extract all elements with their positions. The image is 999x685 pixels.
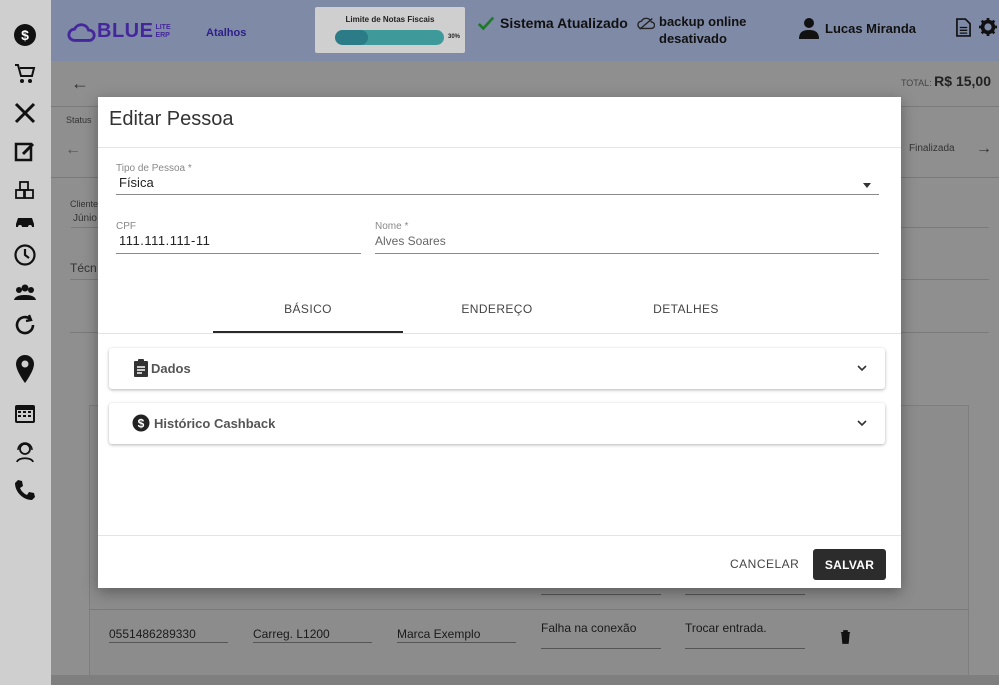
- cell-solution[interactable]: Trocar entrada.: [685, 621, 805, 649]
- tools-icon[interactable]: [12, 100, 38, 126]
- calendar-icon[interactable]: [12, 400, 38, 426]
- status-label: Status: [66, 115, 92, 125]
- car-icon[interactable]: [12, 208, 38, 234]
- dollar-circle-icon: $: [132, 414, 150, 432]
- sync-icon[interactable]: [12, 312, 38, 338]
- users-icon[interactable]: [12, 279, 38, 305]
- system-status: Sistema Atualizado: [477, 14, 628, 32]
- chevron-down-icon[interactable]: [863, 183, 871, 188]
- support-agent-icon[interactable]: [12, 439, 38, 465]
- cell-problem[interactable]: Falha na conexão: [541, 621, 661, 649]
- logo-sub-bottom: ERP: [155, 31, 170, 39]
- system-status-text: Sistema Atualizado: [500, 15, 628, 31]
- trash-icon[interactable]: [840, 630, 851, 644]
- dialog-title: Editar Pessoa: [109, 108, 234, 130]
- status-next-icon[interactable]: →: [976, 140, 992, 158]
- backup-status-text: backup online desativado: [659, 14, 747, 46]
- check-icon: [477, 16, 495, 31]
- top-bar: BLUE LITE ERP Atalhos Limite de Notas Fi…: [51, 0, 999, 61]
- status-prev-icon[interactable]: ←: [65, 141, 81, 159]
- tab-basico[interactable]: BÁSICO: [213, 302, 403, 316]
- logo[interactable]: BLUE LITE ERP: [67, 20, 171, 43]
- clock-icon[interactable]: [12, 242, 38, 268]
- cloud-off-icon: [637, 17, 655, 30]
- svg-text:$: $: [21, 27, 29, 43]
- backup-status[interactable]: backup online desativado: [637, 13, 769, 47]
- user-name: Lucas Miranda: [825, 20, 917, 36]
- tab-bar: BÁSICO ENDEREÇO DETALHES: [98, 295, 901, 333]
- svg-text:$: $: [138, 417, 145, 431]
- name-value: Alves Soares: [375, 234, 446, 248]
- cell-brand[interactable]: Marca Exemplo: [397, 627, 516, 643]
- dollar-icon[interactable]: $: [12, 22, 38, 48]
- clipboard-icon: [134, 359, 148, 377]
- status-finalized[interactable]: Finalizada: [909, 143, 955, 154]
- user-icon: [799, 18, 819, 39]
- logo-text: BLUE: [97, 20, 154, 42]
- panel-cashback-label: Histórico Cashback: [154, 416, 276, 431]
- name-field[interactable]: Nome * Alves Soares: [375, 221, 879, 248]
- save-button[interactable]: SALVAR: [813, 549, 886, 580]
- cancel-button[interactable]: CANCELAR: [730, 557, 799, 571]
- shortcuts-link[interactable]: Atalhos: [206, 27, 246, 39]
- name-label: Nome *: [375, 221, 409, 232]
- person-type-select[interactable]: Tipo de Pessoa * Física: [116, 163, 879, 190]
- document-icon[interactable]: [956, 18, 971, 37]
- client-label: Cliente: [70, 199, 99, 209]
- cpf-label: CPF: [116, 221, 136, 232]
- sidebar: $: [0, 0, 51, 685]
- tab-endereco[interactable]: ENDEREÇO: [402, 302, 592, 316]
- logo-sub-top: LITE: [155, 23, 171, 31]
- chevron-down-icon[interactable]: [857, 363, 867, 373]
- map-pin-icon[interactable]: [12, 353, 38, 385]
- cart-icon[interactable]: [12, 61, 38, 87]
- total-label: TOTAL:: [900, 78, 932, 88]
- invoice-limit-title: Limite de Notas Fiscais: [345, 15, 435, 24]
- cell-model[interactable]: Carreg. L1200: [253, 627, 372, 643]
- edit-person-dialog: Editar Pessoa Tipo de Pessoa * Física CP…: [98, 97, 901, 588]
- cloud-logo-icon: [67, 22, 96, 42]
- cell-serial[interactable]: 0551486289330: [109, 627, 228, 643]
- invoice-limit-progress: [335, 30, 444, 45]
- chevron-down-icon[interactable]: [857, 418, 867, 428]
- phone-icon[interactable]: [12, 477, 38, 503]
- back-arrow-icon[interactable]: ←: [71, 73, 89, 94]
- tab-detalhes[interactable]: DETALHES: [591, 302, 781, 316]
- edit-icon[interactable]: [12, 139, 38, 165]
- invoice-limit-widget: Limite de Notas Fiscais 30%: [315, 7, 465, 53]
- panel-dados[interactable]: Dados: [109, 348, 885, 389]
- total-value: R$ 15,00: [934, 73, 991, 89]
- gear-icon[interactable]: [979, 18, 997, 36]
- cpf-field[interactable]: CPF 111.111.111-11: [116, 221, 361, 248]
- invoice-limit-percent: 30%: [448, 34, 461, 40]
- order-total: TOTAL: R$ 15,00: [901, 73, 991, 89]
- invoice-limit-progress-fill: [335, 30, 368, 45]
- client-value[interactable]: Júnio: [73, 213, 97, 224]
- person-type-value: Física: [119, 175, 154, 190]
- cpf-value: 111.111.111-11: [119, 233, 211, 248]
- panel-dados-label: Dados: [151, 361, 191, 376]
- boxes-icon[interactable]: [12, 177, 38, 203]
- person-type-label: Tipo de Pessoa *: [116, 163, 192, 174]
- panel-cashback-history[interactable]: $ Histórico Cashback: [109, 403, 885, 444]
- user-menu[interactable]: Lucas Miranda: [799, 17, 916, 39]
- technician-label: Técn: [70, 261, 97, 275]
